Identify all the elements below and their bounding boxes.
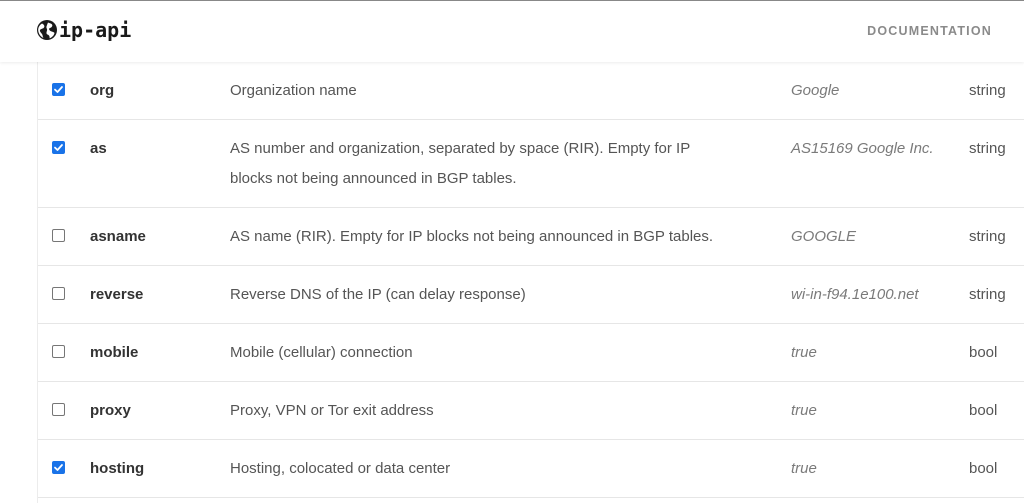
field-description: Reverse DNS of the IP (can delay respons… bbox=[230, 286, 526, 303]
logo-text: ip-api bbox=[59, 18, 132, 42]
field-checkbox[interactable] bbox=[52, 461, 65, 474]
table-row: hosting Hosting, colocated or data cente… bbox=[38, 440, 1024, 498]
table-row: mobile Mobile (cellular) connection true… bbox=[38, 324, 1024, 382]
field-checkbox[interactable] bbox=[52, 141, 65, 154]
field-type: bool bbox=[969, 344, 998, 361]
globe-icon bbox=[36, 19, 58, 41]
table-row: as AS number and organization, separated… bbox=[38, 120, 1024, 208]
table-row: reverse Reverse DNS of the IP (can delay… bbox=[38, 266, 1024, 324]
field-checkbox[interactable] bbox=[52, 229, 65, 242]
field-type: string bbox=[969, 228, 1006, 245]
field-example: Google bbox=[791, 82, 840, 99]
field-example: true bbox=[791, 460, 817, 477]
field-example: true bbox=[791, 402, 817, 419]
field-example: AS15169 Google Inc. bbox=[791, 140, 934, 157]
logo-link[interactable]: ip-api bbox=[36, 18, 131, 42]
field-checkbox[interactable] bbox=[52, 83, 65, 96]
field-description: Proxy, VPN or Tor exit address bbox=[230, 402, 434, 419]
site-header: ip-api DOCUMENTATION bbox=[0, 1, 1024, 62]
field-name: org bbox=[90, 82, 115, 99]
field-type: string bbox=[969, 82, 1006, 99]
field-checkbox[interactable] bbox=[52, 345, 65, 358]
field-type: string bbox=[969, 286, 1006, 303]
field-example: wi-in-f94.1e100.net bbox=[791, 286, 919, 303]
field-description: Hosting, colocated or data center bbox=[230, 460, 451, 477]
field-type: bool bbox=[969, 460, 998, 477]
field-checkbox[interactable] bbox=[52, 403, 65, 416]
field-checkbox[interactable] bbox=[52, 287, 65, 300]
field-type: bool bbox=[969, 402, 998, 419]
table-row: proxy Proxy, VPN or Tor exit address tru… bbox=[38, 382, 1024, 440]
documentation-link[interactable]: DOCUMENTATION bbox=[867, 24, 992, 38]
field-name: reverse bbox=[90, 286, 144, 303]
field-example: GOOGLE bbox=[791, 228, 857, 245]
table-row: org Organization name Google string bbox=[38, 62, 1024, 120]
field-name: asname bbox=[90, 228, 146, 245]
field-name: mobile bbox=[90, 344, 139, 361]
field-name: proxy bbox=[90, 402, 131, 419]
field-description: AS name (RIR). Empty for IP blocks not b… bbox=[230, 228, 714, 245]
fields-table: org Organization name Google string as A… bbox=[37, 62, 1024, 503]
field-name: as bbox=[90, 140, 107, 157]
field-description: AS number and organization, separated by… bbox=[230, 140, 690, 187]
table-row: asname AS name (RIR). Empty for IP block… bbox=[38, 208, 1024, 266]
field-type: string bbox=[969, 140, 1006, 157]
field-name: hosting bbox=[90, 460, 145, 477]
field-description: Organization name bbox=[230, 82, 357, 99]
field-description: Mobile (cellular) connection bbox=[230, 344, 413, 361]
field-example: true bbox=[791, 344, 817, 361]
